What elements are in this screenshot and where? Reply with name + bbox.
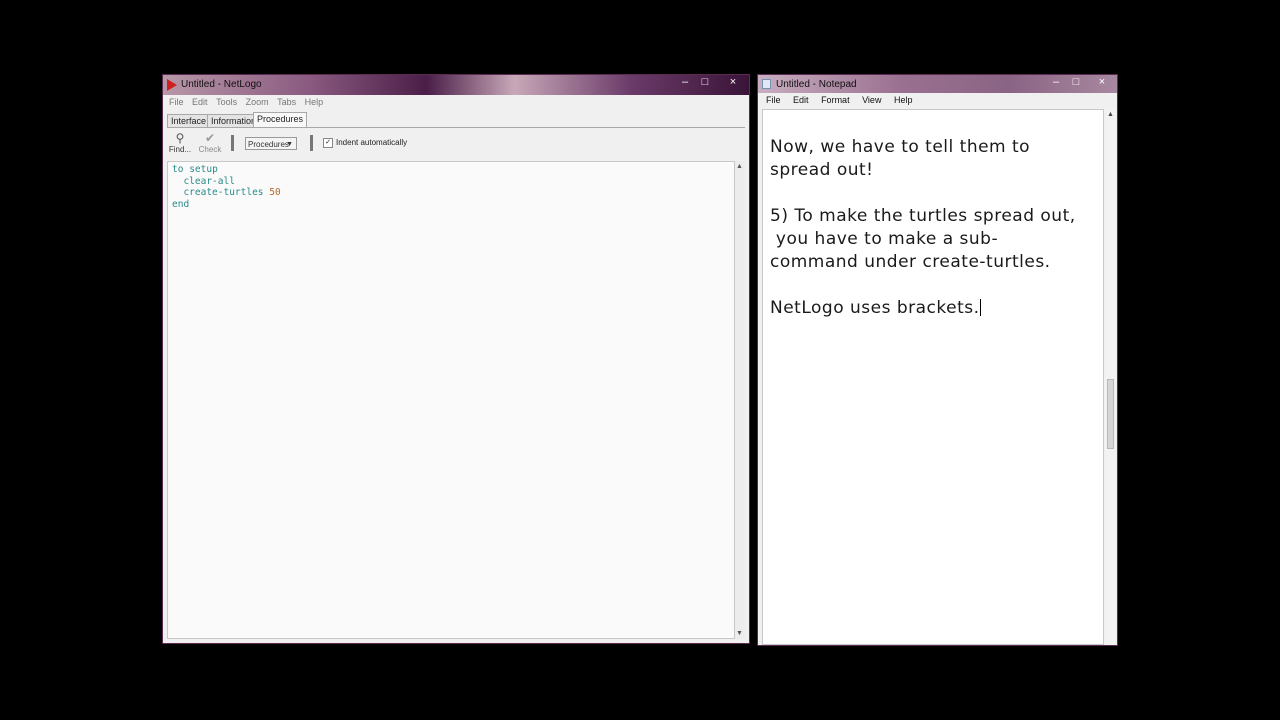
toolbar-separator (231, 135, 234, 151)
netlogo-app-icon (167, 79, 177, 91)
menu-file[interactable]: File (766, 95, 781, 105)
notepad-app-icon (762, 79, 771, 89)
menu-file[interactable]: File (169, 97, 184, 107)
text-line (770, 274, 1095, 297)
indent-automatically-checkbox[interactable]: ✓ Indent automatically (323, 138, 407, 148)
notepad-menubar: File Edit Format View Help (762, 95, 1113, 109)
menu-edit[interactable]: Edit (192, 97, 208, 107)
indent-label: Indent automatically (336, 138, 408, 148)
notepad-window-title: Untitled - Notepad (776, 79, 857, 90)
scroll-up-icon[interactable]: ▲ (1107, 111, 1114, 118)
procedures-dropdown-label: Procedures (248, 140, 289, 149)
code-editor[interactable]: to setup clear-all create-turtles 50 end (167, 161, 735, 639)
minimize-icon[interactable]: – (1048, 76, 1064, 88)
text-line: Now, we have to tell them to (770, 137, 1031, 157)
menu-help[interactable]: Help (305, 97, 324, 107)
notepad-title-bar[interactable]: Untitled - Notepad – □ × (758, 75, 1117, 93)
text-line: NetLogo uses brackets. (770, 298, 980, 318)
scroll-down-icon[interactable]: ▼ (736, 630, 743, 637)
menu-tabs[interactable]: Tabs (277, 97, 296, 107)
text-caret (979, 299, 981, 316)
menu-tools[interactable]: Tools (216, 97, 237, 107)
code-line: create-turtles 50 (172, 187, 734, 199)
text-line: 5) To make the turtles spread out, (770, 206, 1076, 226)
tab-interface[interactable]: Interface (167, 114, 211, 128)
netlogo-title-bar[interactable]: Untitled - NetLogo – □ × (163, 75, 749, 95)
code-command: clear-all (183, 175, 235, 187)
checkbox-icon[interactable]: ✓ (323, 138, 333, 148)
scroll-up-icon[interactable]: ▲ (736, 163, 743, 170)
code-line: end (172, 199, 734, 211)
code-number: 50 (269, 187, 281, 198)
find-icon: ⚲ (175, 131, 185, 145)
editor-scrollbar[interactable]: ▲ ▼ (735, 161, 745, 639)
text-line (770, 182, 1095, 205)
notepad-window: Untitled - Notepad – □ × File Edit Forma… (757, 74, 1118, 646)
check-button[interactable]: ✔ Check (197, 131, 223, 157)
netlogo-window: Untitled - NetLogo – □ × File Edit Tools… (162, 74, 750, 644)
text-line: spread out! (770, 160, 874, 180)
check-label: Check (198, 145, 222, 154)
menu-view[interactable]: View (862, 95, 881, 105)
find-label: Find... (168, 145, 192, 154)
netlogo-menubar: File Edit Tools Zoom Tabs Help (165, 97, 747, 111)
code-procedure-name: setup (189, 164, 218, 175)
code-command: create-turtles (183, 187, 264, 198)
code-keyword: end (172, 198, 190, 210)
procedures-toolbar: ⚲ Find... ✔ Check Procedures ▼ ✓ Indent a… (165, 129, 747, 159)
code-line: clear-all (172, 176, 734, 188)
menu-zoom[interactable]: Zoom (246, 97, 269, 107)
text-line: you have to make a sub- (770, 229, 999, 249)
notepad-scrollbar[interactable]: ▲ (1105, 109, 1116, 645)
netlogo-window-title: Untitled - NetLogo (181, 79, 262, 90)
text-line: command under create-turtles. (770, 252, 1051, 272)
menu-edit[interactable]: Edit (793, 95, 809, 105)
maximize-icon[interactable]: □ (697, 76, 713, 88)
scrollbar-thumb[interactable] (1107, 379, 1114, 449)
notepad-text-area[interactable]: Now, we have to tell them to spread out!… (762, 109, 1104, 645)
tab-procedures[interactable]: Procedures (253, 112, 308, 128)
code-line: to setup (172, 164, 734, 176)
tab-divider (167, 127, 745, 128)
maximize-icon[interactable]: □ (1068, 76, 1084, 88)
close-icon[interactable]: × (1094, 76, 1110, 88)
text-line-with-caret: NetLogo uses brackets. (770, 297, 1095, 320)
chevron-down-icon: ▼ (286, 141, 293, 148)
menu-format[interactable]: Format (821, 95, 850, 105)
checkmark-icon: ✔ (204, 131, 216, 145)
toolbar-separator (310, 135, 313, 151)
minimize-icon[interactable]: – (677, 76, 693, 88)
procedures-dropdown[interactable]: Procedures ▼ (245, 137, 297, 150)
menu-help[interactable]: Help (894, 95, 913, 105)
find-button[interactable]: ⚲ Find... (167, 131, 193, 157)
code-keyword: to (172, 164, 184, 175)
close-icon[interactable]: × (725, 76, 741, 88)
